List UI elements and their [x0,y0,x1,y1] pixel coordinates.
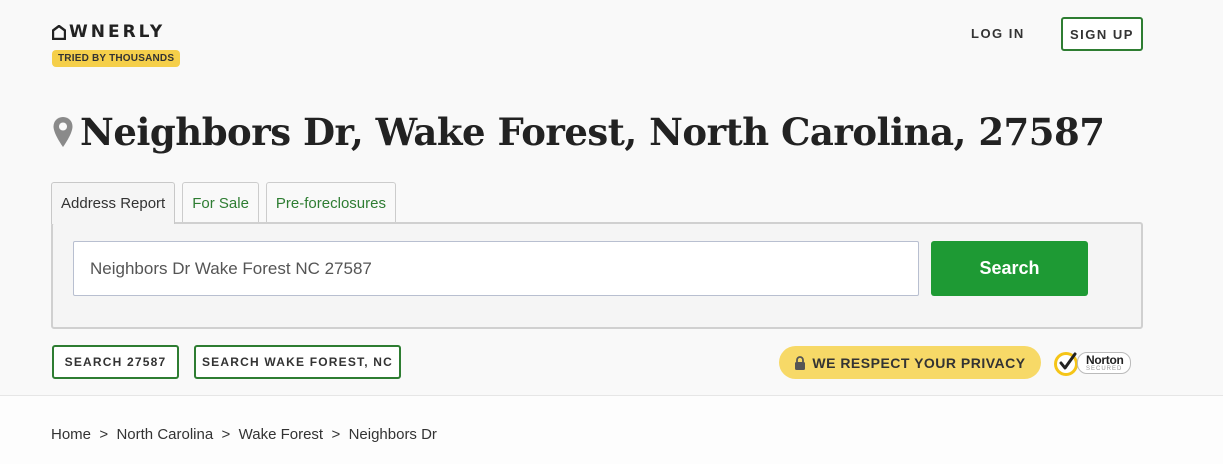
signup-button[interactable]: SIGN UP [1061,17,1143,51]
breadcrumb-separator: > [95,426,113,443]
privacy-badge[interactable]: WE RESPECT YOUR PRIVACY [779,346,1041,379]
search-input[interactable] [73,241,919,296]
tab-address-report[interactable]: Address Report [51,182,176,224]
norton-seal[interactable]: Norton SECURED [1051,346,1133,380]
page-title: Neighbors Dr, Wake Forest, North Carolin… [80,110,1105,154]
breadcrumb-current: Neighbors Dr [348,426,437,443]
breadcrumb-state[interactable]: North Carolina [116,426,213,443]
lock-icon [795,355,806,370]
page-title-row: Neighbors Dr, Wake Forest, North Carolin… [52,110,1105,154]
norton-name: Norton [1086,353,1124,367]
privacy-label: WE RESPECT YOUR PRIVACY [812,354,1026,371]
logo-wordmark: WNERLY [69,22,166,42]
logo[interactable]: WNERLY TRIED BY THOUSANDS [52,22,181,67]
header: WNERLY TRIED BY THOUSANDS LOG IN SIGN UP [0,0,1223,90]
house-o-icon [52,24,66,40]
breadcrumb-city[interactable]: Wake Forest [239,426,323,443]
norton-sub: SECURED [1086,366,1123,372]
tab-for-sale[interactable]: For Sale [182,182,259,223]
login-link[interactable]: LOG IN [971,26,1025,41]
tab-pre-foreclosures[interactable]: Pre-foreclosures [265,182,396,223]
breadcrumb: Home > North Carolina > Wake Forest > Ne… [51,426,437,443]
tagline-badge: TRIED BY THOUSANDS [52,50,181,67]
search-city-button[interactable]: SEARCH WAKE FOREST, NC [194,345,401,379]
breadcrumb-home[interactable]: Home [51,426,91,443]
report-tabs: Address Report For Sale Pre-foreclosures [51,182,403,224]
breadcrumb-separator: > [217,426,235,443]
breadcrumb-separator: > [327,426,345,443]
search-zip-button[interactable]: SEARCH 27587 [52,345,179,379]
search-button[interactable]: Search [931,241,1088,296]
location-pin-icon [53,117,73,147]
search-panel: Search [51,222,1143,329]
